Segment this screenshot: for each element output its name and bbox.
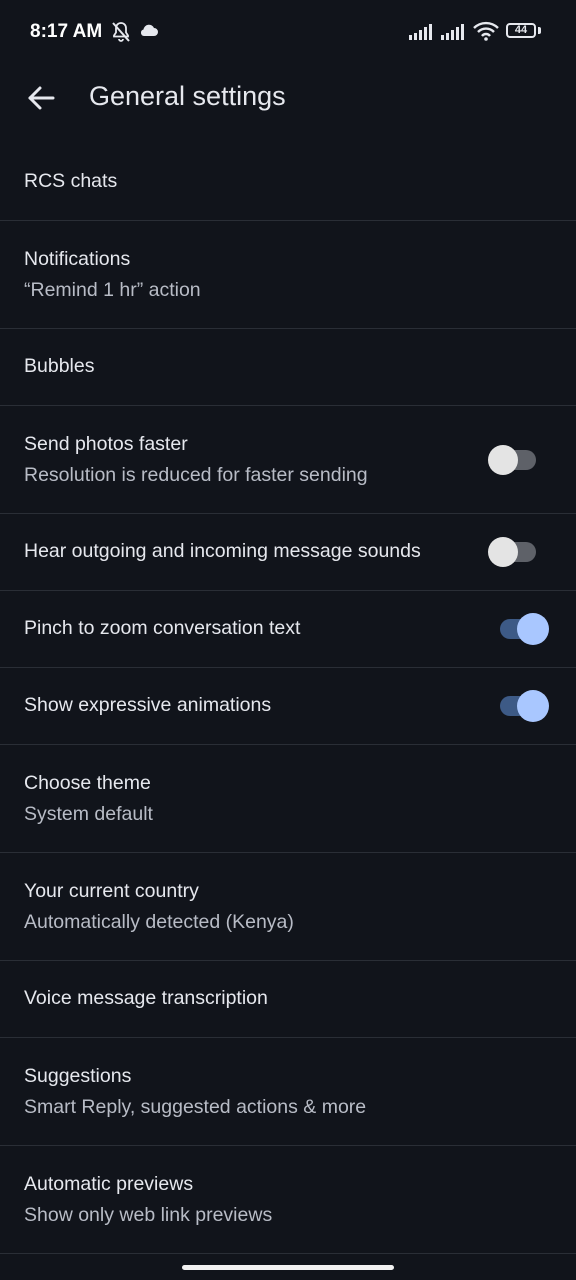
setting-title: Choose theme [24, 772, 151, 794]
cloud-icon [139, 22, 159, 43]
setting-title: Send photos faster [24, 433, 188, 455]
signal-icon [440, 24, 468, 45]
setting-subtitle: System default [24, 803, 153, 825]
bell-off-icon [109, 20, 133, 49]
back-button[interactable] [22, 78, 62, 118]
pinch-to-zoom-toggle[interactable] [500, 613, 550, 645]
setting-title: RCS chats [24, 170, 118, 192]
toggle-thumb [517, 690, 549, 722]
app-bar: General settings [0, 64, 576, 134]
setting-current-country[interactable]: Your current country Automatically detec… [0, 853, 576, 961]
setting-title: Voice message transcription [24, 987, 268, 1009]
battery-tip [538, 27, 541, 34]
toggle-thumb [488, 537, 518, 567]
setting-title: Your current country [24, 880, 199, 902]
setting-title: Notifications [24, 248, 131, 270]
setting-title: Suggestions [24, 1065, 132, 1087]
setting-title: Automatic previews [24, 1173, 194, 1195]
setting-subtitle: Smart Reply, suggested actions & more [24, 1096, 367, 1118]
signal-icon [408, 24, 436, 45]
toggle-thumb [517, 613, 549, 645]
arrow-left-icon [22, 86, 62, 122]
battery-icon: 44 [506, 23, 536, 38]
send-photos-faster-toggle[interactable] [488, 444, 538, 475]
toggle-thumb [488, 444, 518, 475]
setting-title: Hear outgoing and incoming message sound… [24, 540, 421, 562]
setting-title: Show expressive animations [24, 694, 272, 716]
home-indicator[interactable] [182, 1265, 394, 1270]
setting-subtitle: Show only web link previews [24, 1204, 273, 1226]
setting-suggestions[interactable]: Suggestions Smart Reply, suggested actio… [0, 1038, 576, 1146]
setting-bubbles[interactable]: Bubbles [0, 329, 576, 406]
setting-send-photos-faster[interactable]: Send photos faster Resolution is reduced… [0, 406, 576, 514]
page-title: General settings [89, 81, 286, 111]
setting-message-sounds[interactable]: Hear outgoing and incoming message sound… [0, 514, 576, 591]
setting-subtitle: Resolution is reduced for faster sending [24, 464, 368, 486]
setting-notifications[interactable]: Notifications “Remind 1 hr” action [0, 221, 576, 329]
setting-automatic-previews[interactable]: Automatic previews Show only web link pr… [0, 1146, 576, 1254]
setting-subtitle: “Remind 1 hr” action [24, 279, 201, 301]
setting-voice-transcription[interactable]: Voice message transcription [0, 961, 576, 1038]
setting-rcs-chats[interactable]: RCS chats [0, 144, 576, 221]
status-time: 8:17 AM [30, 21, 103, 42]
setting-title: Pinch to zoom conversation text [24, 617, 301, 639]
setting-choose-theme[interactable]: Choose theme System default [0, 745, 576, 853]
wifi-icon [473, 21, 499, 46]
setting-pinch-to-zoom[interactable]: Pinch to zoom conversation text [0, 591, 576, 668]
status-bar: 8:17 AM 44 [0, 0, 576, 64]
setting-expressive-animations[interactable]: Show expressive animations [0, 668, 576, 745]
setting-subtitle: Automatically detected (Kenya) [24, 911, 294, 933]
expressive-animations-toggle[interactable] [500, 690, 550, 722]
settings-list: RCS chats Notifications “Remind 1 hr” ac… [0, 144, 576, 1254]
message-sounds-toggle[interactable] [488, 537, 538, 567]
setting-title: Bubbles [24, 355, 95, 377]
